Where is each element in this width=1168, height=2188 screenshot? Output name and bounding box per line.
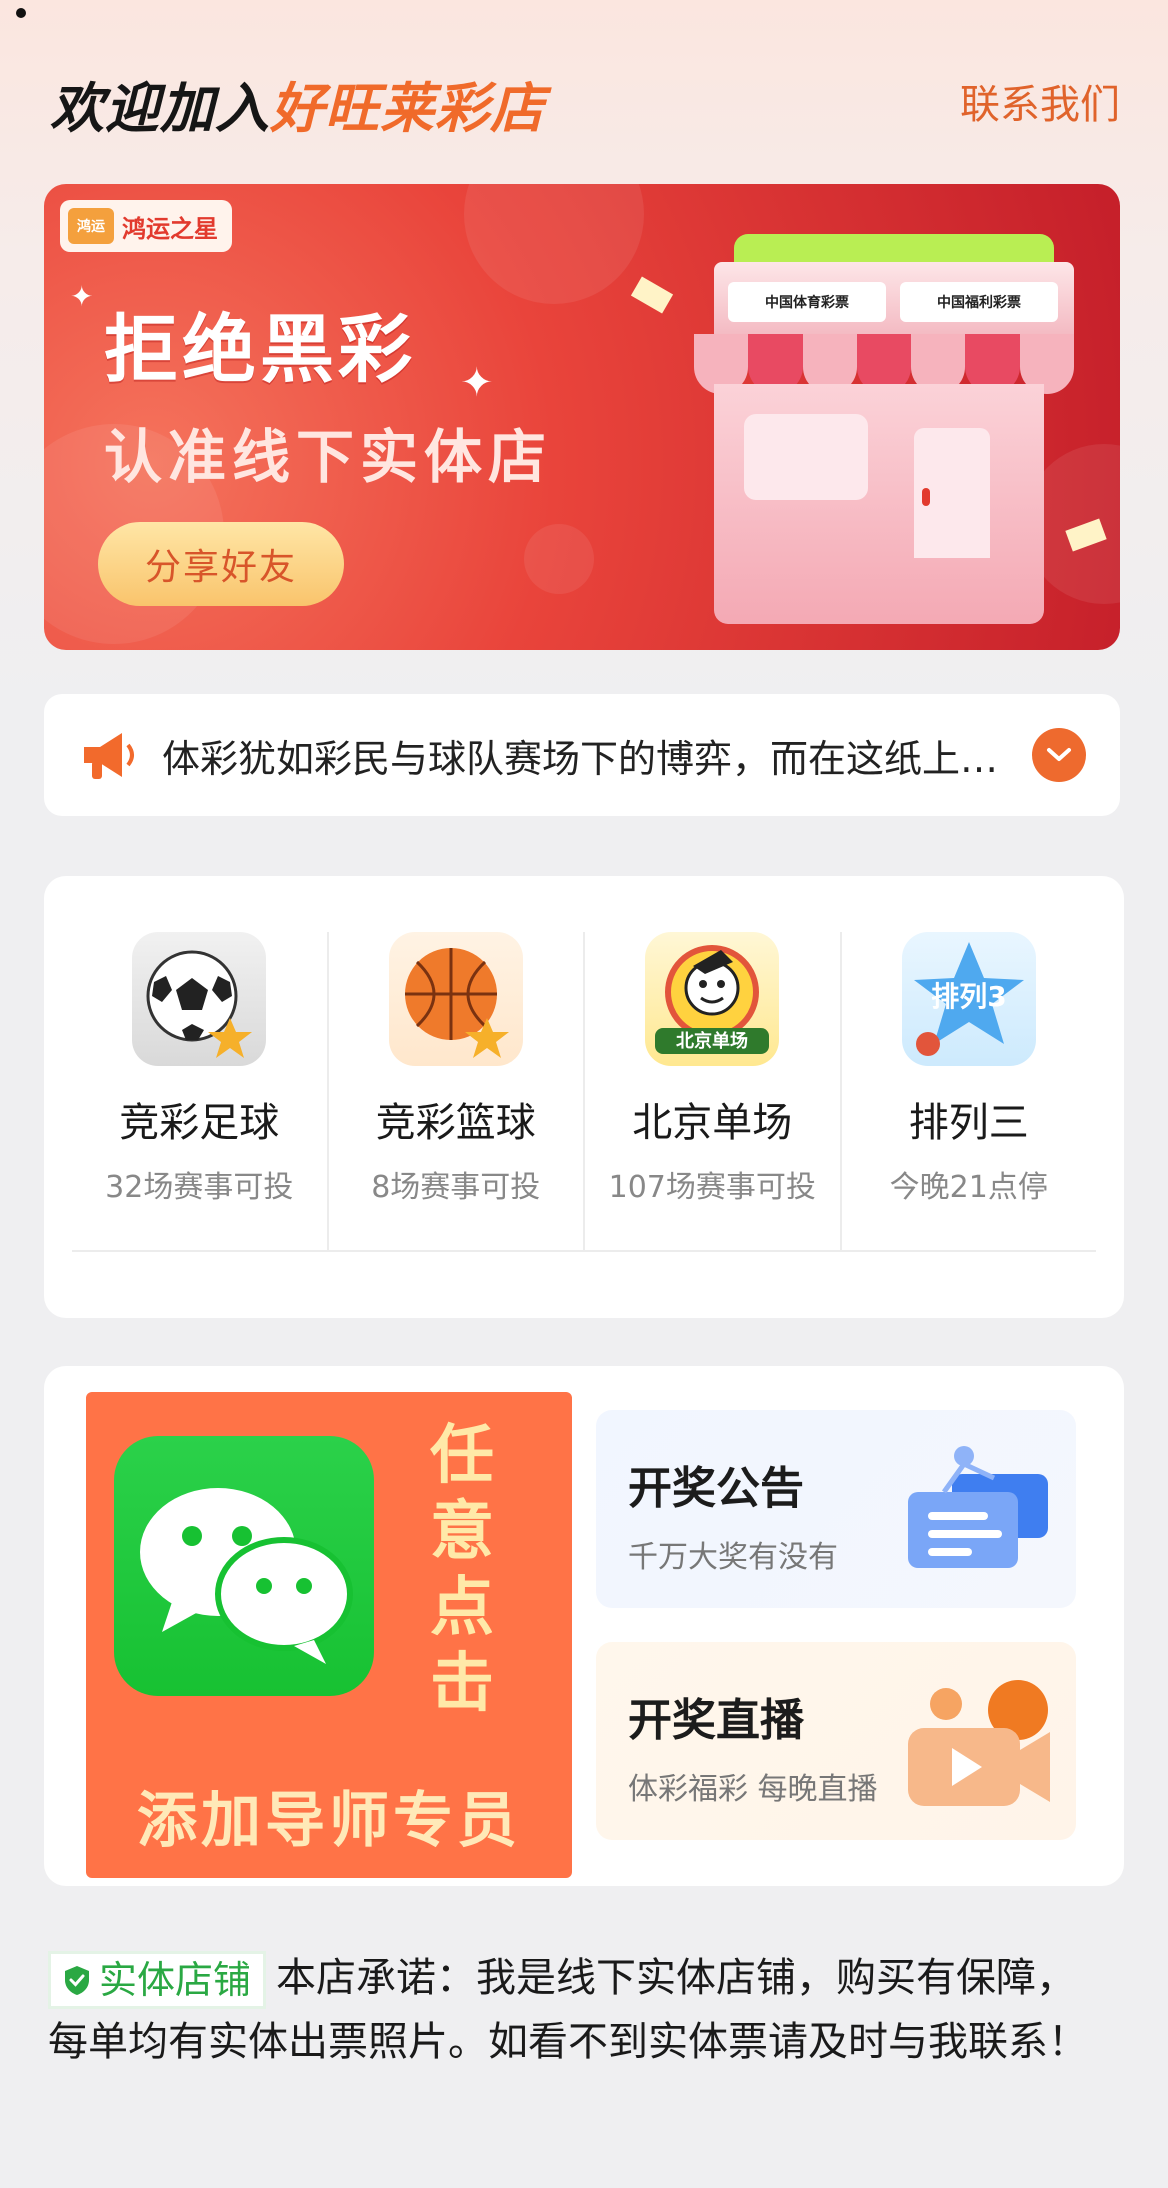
game-name: 北京单场 [632,1100,793,1146]
brand-logo-icon: 鸿运 [68,208,114,244]
draw-livestream-card[interactable]: 开奖直播 体彩福彩 每晚直播 [596,1642,1076,1840]
chevron-down-icon[interactable] [1032,728,1086,782]
header: 欢迎加入好旺莱彩店 联系我们 [50,60,1120,140]
add-mentor-label: 添加导师专员 [137,1786,521,1856]
soccer-ball-icon [132,932,267,1066]
banner-subtitle: 认准线下实体店 [104,423,553,491]
game-subtitle: 8场赛事可投 [371,1170,541,1205]
store-door [914,428,990,558]
basketball-icon [388,932,523,1066]
confetti-icon [630,276,674,314]
welcome-prefix: 欢迎加入 [50,77,270,140]
add-mentor-wechat-card[interactable]: 任 意 点 击 添加导师专员 [86,1392,572,1878]
welcome-title: 欢迎加入好旺莱彩店 [50,64,545,143]
game-subtitle: 107场赛事可投 [608,1170,816,1205]
game-item-basketball[interactable]: 竞彩篮球 8场赛事可投 [326,932,584,1250]
banner-bubble [464,184,644,304]
games-row: 竞彩足球 32场赛事可投 竞彩篮球 8场赛事可投 北京单场 北京单场 107场赛… [72,932,1096,1252]
banner-title: 拒绝黑彩 [104,307,416,393]
announcement-board-icon [908,1446,1048,1568]
draw-announcement-card[interactable]: 开奖公告 千万大奖有没有 [596,1410,1076,1608]
tap-char: 点 [430,1571,494,1645]
pailie3-icon: 排列3 [901,932,1036,1066]
game-item-beijing-single[interactable]: 北京单场 北京单场 107场赛事可投 [583,932,840,1250]
megaphone-icon [78,725,138,785]
sports-lottery-label: 中国体育彩票 [728,282,886,322]
physical-store-badge: 实体店铺 [48,1951,267,2009]
tap-char: 意 [430,1495,494,1569]
store-wall [714,384,1044,624]
draw-announcement-subtitle: 千万大奖有没有 [628,1540,838,1575]
services-panel: 任 意 点 击 添加导师专员 开奖公告 千万大奖有没有 开奖直播 体彩福彩 每晚… [44,1366,1124,1886]
game-name: 排列三 [908,1100,1029,1146]
draw-livestream-title: 开奖直播 [628,1695,804,1746]
brand-tag: 鸿运 鸿运之星 [60,200,232,252]
brand-name: 鸿运之星 [122,214,218,243]
store-roof [734,234,1054,262]
contact-us-link[interactable]: 联系我们 [960,72,1120,130]
store-sign: 中国体育彩票 中国福利彩票 [714,262,1074,342]
game-name: 竞彩足球 [119,1100,280,1146]
status-dot [16,8,26,18]
game-item-football[interactable]: 竞彩足球 32场赛事可投 [72,932,327,1250]
game-item-pailie3[interactable]: 排列3 排列三 今晚21点停 [839,932,1097,1250]
lottery-games-panel: 竞彩足球 32场赛事可投 竞彩篮球 8场赛事可投 北京单场 北京单场 107场赛… [44,876,1124,1318]
sparkle-icon: ✦ [460,360,494,406]
video-camera-icon [908,1680,1050,1806]
game-name: 竞彩篮球 [375,1100,536,1146]
pailie3-icon-text: 排列3 [931,980,1006,1013]
sparkle-icon: ✦ [70,280,94,313]
notice-text: 体彩犹如彩民与球队赛场下的博弈，而在这纸上… [162,736,999,781]
tap-anywhere-text: 任 意 点 击 [428,1418,496,1722]
store-window [744,414,868,500]
game-subtitle: 32场赛事可投 [105,1170,294,1205]
wechat-icon [114,1436,374,1696]
beijing-single-icon: 北京单场 [645,932,780,1066]
tap-char: 击 [430,1647,494,1721]
welfare-lottery-label: 中国福利彩票 [900,282,1058,322]
store-promise: 实体店铺 本店承诺：我是线下实体店铺，购买有保障， 每单均有实体出票照片。如看不… [48,1946,1124,2074]
draw-livestream-subtitle: 体彩福彩 每晚直播 [628,1772,878,1807]
tap-char: 任 [430,1419,494,1493]
shield-check-icon [65,1966,89,1995]
physical-store-badge-label: 实体店铺 [99,1958,252,2002]
notice-bar[interactable]: 体彩犹如彩民与球队赛场下的博弈，而在这纸上… [44,694,1120,816]
store-name: 好旺莱彩店 [270,77,545,140]
draw-announcement-title: 开奖公告 [628,1463,804,1514]
beijing-single-icon-text: 北京单场 [676,1030,748,1052]
store-illustration: 中国体育彩票 中国福利彩票 [674,234,1074,634]
share-friends-button[interactable]: 分享好友 [98,522,344,606]
promo-banner[interactable]: 鸿运 鸿运之星 ✦ ✦ 拒绝黑彩 认准线下实体店 分享好友 中国体育彩票 中国福… [44,184,1120,650]
game-subtitle: 今晚21点停 [889,1170,1048,1205]
banner-bubble [524,524,594,594]
